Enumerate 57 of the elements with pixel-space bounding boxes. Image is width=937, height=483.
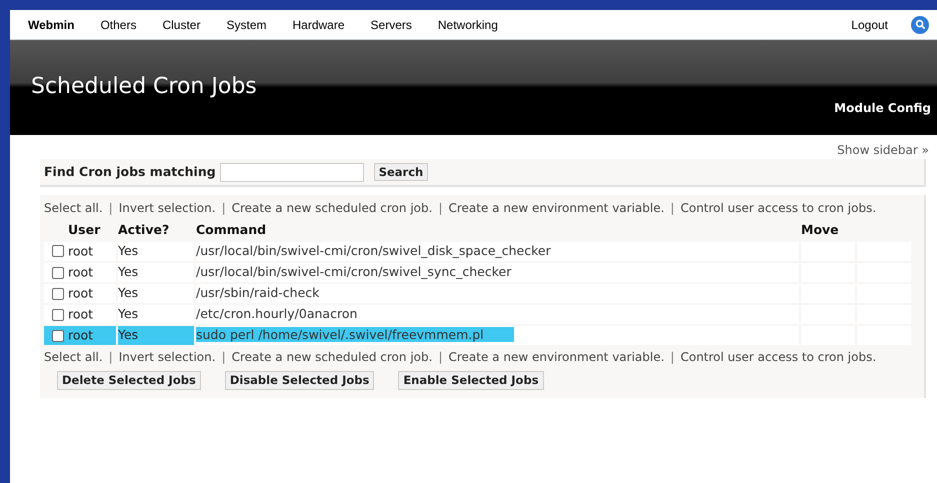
- command-link[interactable]: sudo perl /home/swivel/.swivel/freevmmem.pl: [196, 327, 514, 342]
- link-separator: |: [438, 349, 442, 366]
- page-title: Scheduled Cron Jobs: [31, 73, 257, 101]
- link-separator: |: [222, 349, 226, 366]
- row-checkbox[interactable]: [52, 330, 64, 342]
- link-separator: |: [438, 200, 442, 217]
- action-link[interactable]: Invert selection.: [118, 199, 216, 217]
- nav-menu-item[interactable]: Cluster: [162, 16, 200, 34]
- table-cell: Yes: [118, 262, 194, 282]
- action-link[interactable]: Create a new scheduled cron job.: [232, 199, 432, 217]
- table-cell: root: [68, 285, 94, 300]
- search-icon[interactable]: [911, 16, 929, 34]
- table-cell: root: [68, 327, 94, 342]
- table-cell: Yes: [118, 305, 194, 324]
- row-checkbox[interactable]: [52, 308, 64, 321]
- action-link[interactable]: Create a new environment variable.: [448, 199, 664, 217]
- command-link[interactable]: /usr/sbin/raid-check: [196, 285, 320, 300]
- action-link[interactable]: Select all.: [44, 348, 103, 366]
- link-separator: |: [108, 349, 113, 366]
- module-config-link[interactable]: Module Config: [834, 99, 931, 117]
- logout-link[interactable]: Logout: [851, 16, 888, 34]
- row-checkbox[interactable]: [52, 245, 64, 258]
- action-link[interactable]: Create a new scheduled cron job.: [232, 348, 432, 366]
- action-button[interactable]: Enable Selected Jobs: [398, 371, 544, 390]
- table-cell: root: [68, 243, 94, 258]
- column-header: Command: [196, 222, 266, 237]
- column-header: Active?: [118, 222, 170, 237]
- column-header: User: [68, 222, 100, 237]
- table-cell: root: [68, 306, 94, 322]
- table-cell: Yes: [118, 284, 194, 304]
- action-link[interactable]: Select all.: [44, 199, 103, 217]
- link-separator: |: [670, 200, 674, 217]
- action-link[interactable]: Control user access to cron jobs.: [680, 199, 876, 217]
- row-checkbox[interactable]: [52, 288, 64, 300]
- action-link[interactable]: Control user access to cron jobs.: [680, 348, 876, 366]
- row-checkbox[interactable]: [52, 266, 64, 279]
- action-link[interactable]: Invert selection.: [118, 348, 216, 366]
- table-cell: root: [68, 264, 94, 280]
- action-link[interactable]: Create a new environment variable.: [448, 348, 664, 366]
- nav-menu-item[interactable]: Webmin: [28, 16, 74, 34]
- nav-menu-item[interactable]: System: [226, 16, 266, 34]
- nav-menu-item[interactable]: Networking: [438, 16, 498, 34]
- action-button[interactable]: Disable Selected Jobs: [224, 371, 374, 390]
- search-button[interactable]: Search: [374, 163, 428, 181]
- nav-menu-item[interactable]: Servers: [370, 16, 412, 34]
- table-cell: Yes: [118, 242, 194, 261]
- link-separator: |: [670, 349, 674, 366]
- show-sidebar-link[interactable]: Show sidebar »: [837, 141, 929, 159]
- nav-menu-item[interactable]: Others: [100, 16, 136, 34]
- link-separator: |: [222, 200, 226, 217]
- table-cell: Yes: [118, 326, 194, 346]
- column-header: Move: [801, 222, 839, 237]
- action-button[interactable]: Delete Selected Jobs: [57, 371, 201, 390]
- nav-menu-item[interactable]: Hardware: [292, 16, 345, 34]
- link-separator: |: [108, 200, 113, 217]
- search-field[interactable]: [220, 162, 364, 182]
- search-label: Find Cron jobs matching: [44, 162, 216, 181]
